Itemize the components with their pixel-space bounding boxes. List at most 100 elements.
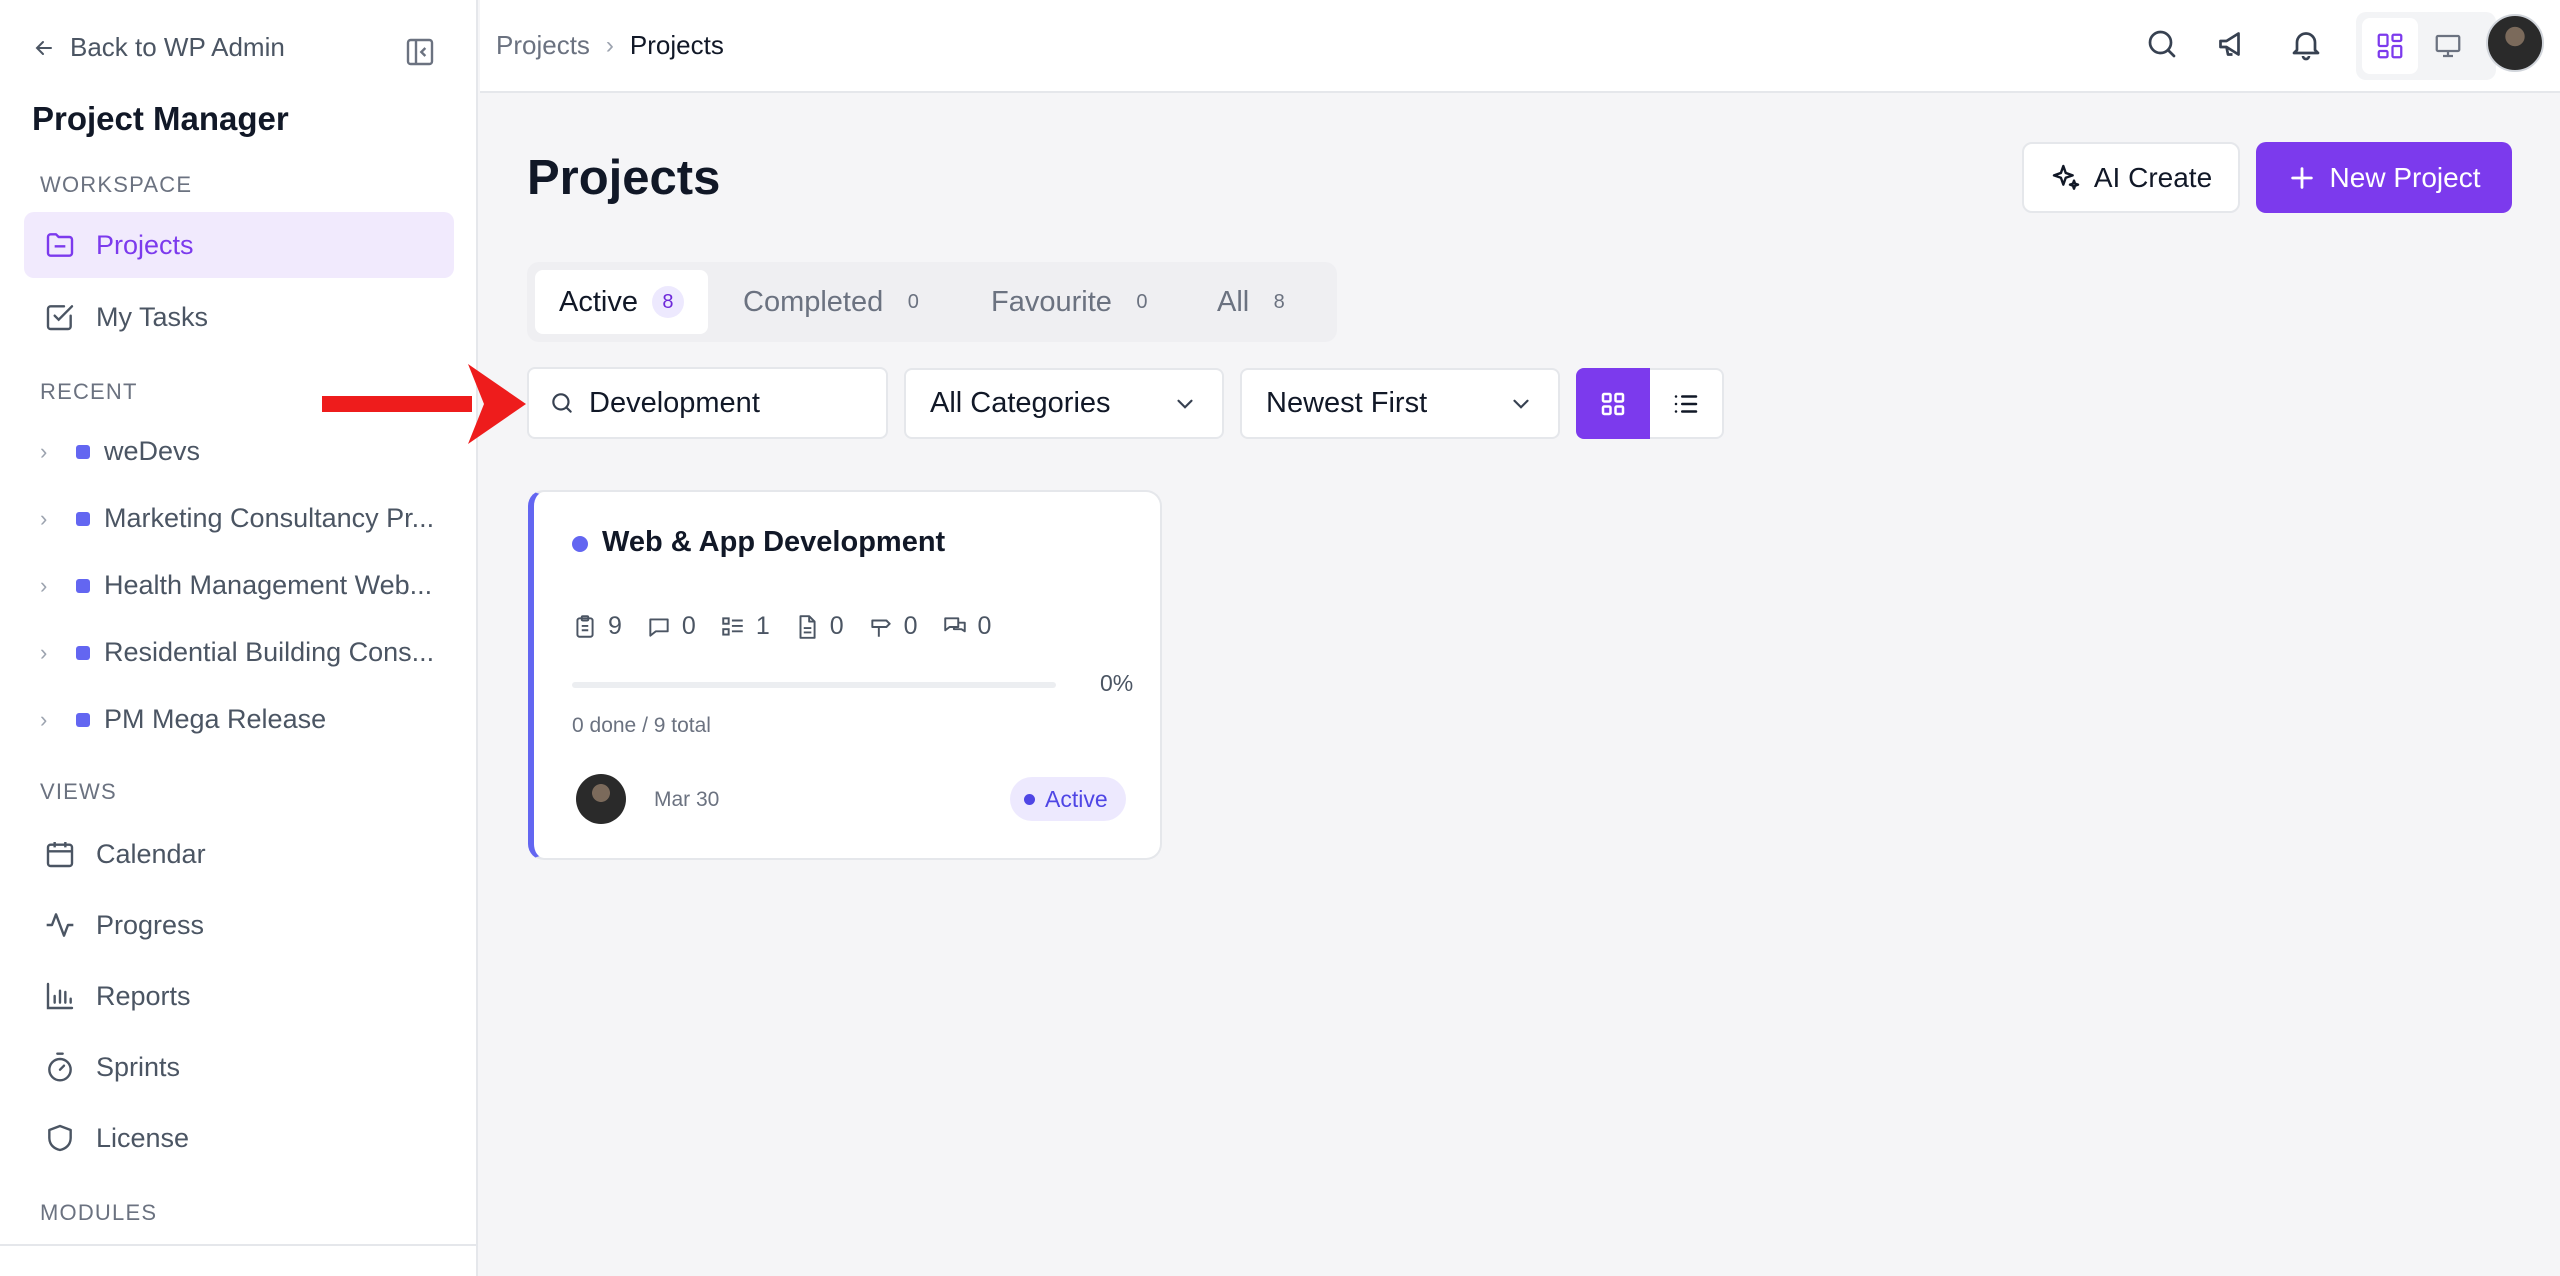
status-dot — [1024, 793, 1035, 805]
chevron-right-icon[interactable]: › — [40, 707, 60, 733]
views-heading: VIEWS — [40, 779, 117, 804]
stat-discussions: 0 — [942, 612, 992, 641]
stat-value: 0 — [977, 612, 992, 640]
sidebar-item-progress[interactable]: Progress — [24, 892, 454, 958]
page-title: Projects — [527, 151, 721, 205]
project-color-swatch — [76, 511, 90, 526]
shield-icon — [48, 1124, 72, 1152]
project-card-title[interactable]: Web & App Development — [602, 526, 945, 559]
sparkles-icon — [2052, 164, 2080, 190]
chevron-right-icon[interactable]: › — [40, 573, 60, 599]
desktop-view-button[interactable] — [2420, 18, 2476, 74]
activity-icon — [46, 913, 74, 937]
project-color-dot — [572, 536, 588, 552]
tab-active[interactable]: Active 8 — [535, 270, 708, 334]
progress-summary: 0 done / 9 total — [572, 714, 711, 737]
stat-value: 0 — [829, 612, 844, 640]
status-label: Active — [1045, 785, 1108, 812]
recent-project-marketing[interactable]: › Marketing Consultancy Pr... — [40, 503, 460, 534]
chevron-right-icon[interactable]: › — [40, 439, 60, 465]
search-input[interactable] — [589, 386, 859, 420]
project-color-swatch — [76, 645, 90, 660]
recent-project-pm-mega[interactable]: › PM Mega Release — [40, 704, 460, 735]
category-select-value: All Categories — [930, 387, 1111, 419]
workspace-heading: WORKSPACE — [40, 172, 193, 197]
status-badge: Active — [1010, 777, 1126, 821]
stat-tasks: 9 — [572, 612, 622, 641]
tab-completed[interactable]: Completed 0 — [719, 270, 953, 334]
bell-icon[interactable] — [2288, 26, 2324, 62]
collapse-sidebar-icon[interactable] — [404, 36, 436, 68]
folder-icon — [46, 233, 74, 257]
sidebar-item-reports[interactable]: Reports — [24, 963, 454, 1029]
new-project-button[interactable]: New Project — [2256, 142, 2512, 213]
ai-create-button[interactable]: AI Create — [2022, 142, 2240, 213]
sidebar-item-sprints[interactable]: Sprints — [24, 1034, 454, 1100]
recent-project-health[interactable]: › Health Management Web... — [40, 570, 460, 601]
topbar: Projects › Projects — [480, 0, 2560, 93]
file-icon — [799, 614, 816, 639]
tab-count-badge: 8 — [651, 286, 684, 318]
sidebar-item-license[interactable]: License — [24, 1105, 454, 1171]
chevron-right-icon[interactable]: › — [40, 506, 60, 532]
tab-favourite[interactable]: Favourite 0 — [967, 270, 1182, 334]
sidebar-item-label: Progress — [96, 909, 205, 940]
milestone-icon — [870, 619, 891, 637]
sort-select-value: Newest First — [1266, 387, 1428, 419]
tab-all[interactable]: All 8 — [1193, 270, 1319, 334]
user-avatar[interactable] — [2486, 14, 2544, 72]
sidebar-item-projects[interactable]: Projects — [24, 212, 454, 278]
sidebar-item-label: My Tasks — [96, 301, 209, 332]
bar-chart-icon — [46, 982, 74, 1010]
search-icon — [552, 393, 572, 413]
chevron-down-icon — [1513, 399, 1529, 409]
back-to-wp-admin-link[interactable]: Back to WP Admin — [32, 32, 285, 63]
sidebar-item-my-tasks[interactable]: My Tasks — [24, 284, 454, 350]
stat-files: 0 — [794, 612, 844, 641]
grid-icon — [1601, 392, 1625, 415]
grid-view-button[interactable] — [1576, 368, 1650, 439]
project-member-avatar[interactable] — [576, 774, 626, 824]
modules-heading: MODULES — [40, 1200, 158, 1225]
project-card[interactable]: Web & App Development 9 0 1 0 0 0 0% 0 d… — [528, 490, 1162, 860]
recent-project-label: weDevs — [104, 436, 201, 466]
sidebar-item-label: License — [96, 1122, 190, 1153]
dashboard-view-button[interactable] — [2362, 18, 2418, 74]
sort-select[interactable]: Newest First — [1240, 368, 1560, 439]
recent-project-label: PM Mega Release — [104, 704, 327, 734]
ai-create-label: AI Create — [2093, 161, 2213, 193]
chevron-right-icon[interactable]: › — [40, 640, 60, 666]
project-status-tabs: Active 8 Completed 0 Favourite 0 All 8 — [527, 262, 1337, 342]
project-color-swatch — [76, 712, 90, 727]
megaphone-icon[interactable] — [2216, 26, 2252, 62]
sidebar-item-label: Calendar — [96, 838, 206, 869]
list-view-button[interactable] — [1650, 368, 1724, 439]
sidebar-item-label: Reports — [96, 980, 191, 1011]
tab-count-badge: 0 — [907, 290, 919, 313]
arrow-left-icon — [35, 40, 52, 55]
recent-heading: RECENT — [40, 379, 138, 404]
tab-label: Active — [559, 285, 638, 318]
search-icon[interactable] — [2144, 26, 2180, 62]
sidebar-item-label: Projects — [96, 229, 194, 260]
project-stats: 9 0 1 0 0 0 — [572, 612, 991, 641]
checkbox-icon — [46, 305, 74, 331]
stat-comments: 0 — [646, 612, 696, 641]
breadcrumb-current: Projects — [629, 30, 724, 60]
breadcrumb: Projects › Projects — [496, 30, 724, 61]
new-project-label: New Project — [2329, 161, 2481, 193]
stat-value: 0 — [903, 612, 918, 640]
category-select[interactable]: All Categories — [904, 368, 1224, 439]
stat-milestones: 0 — [868, 612, 918, 641]
list-checks-icon — [722, 616, 743, 636]
progress-bar — [572, 682, 1056, 688]
comment-icon — [649, 617, 669, 637]
calendar-icon — [46, 842, 74, 868]
monitor-icon — [2435, 34, 2461, 58]
tab-label: Favourite — [991, 285, 1112, 318]
progress-percent: 0% — [1100, 670, 1134, 696]
recent-project-residential[interactable]: › Residential Building Cons... — [40, 637, 460, 668]
sidebar-item-calendar[interactable]: Calendar — [24, 821, 454, 887]
chevron-down-icon — [1177, 399, 1193, 409]
breadcrumb-link-projects[interactable]: Projects — [496, 30, 590, 61]
